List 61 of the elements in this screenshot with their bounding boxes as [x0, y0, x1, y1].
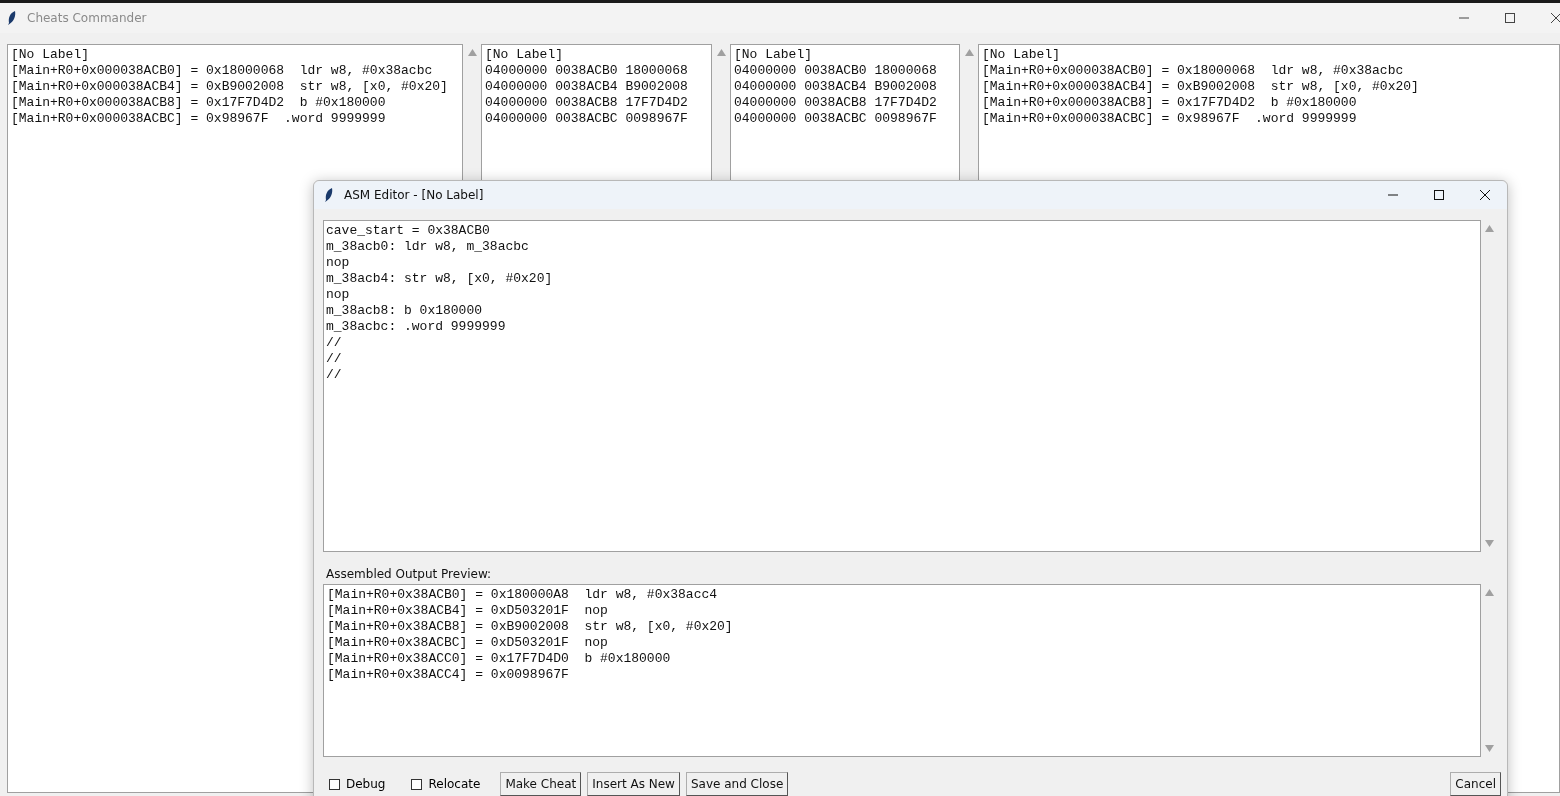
checkbox[interactable]	[411, 778, 423, 790]
feather-icon	[7, 10, 17, 26]
output-label: Assembled Output Preview:	[326, 567, 492, 581]
code-line: 04000000 0038ACB4 B9002008	[734, 79, 938, 95]
scroll-down-icon[interactable]	[1485, 540, 1494, 547]
close-icon[interactable]	[1479, 189, 1491, 201]
code-line: nop	[326, 255, 351, 271]
code-line: [Main+R0+0x000038ACB8] = 0x17F7D4D2 b #0x180000	[11, 95, 387, 111]
code-line: 04000000 0038ACBC 0098967F	[734, 111, 938, 127]
dialog-title: ASM Editor - [No Label]	[344, 188, 484, 202]
code-line: 04000000 0038ACBC 0098967F	[485, 111, 689, 127]
code-editor[interactable]: cave_start = 0x38ACB0 m_38acb0: ldr w8, m_38acbc nop m_38acb4: str w8, [x0, #0x20] nop m_38acb8: b 0x180000 m_38acbc: .word 9999999 // // //	[323, 220, 1481, 552]
code-line: 04000000 0038ACB0 18000068	[734, 63, 938, 79]
code-line: [No Label]	[734, 47, 813, 63]
action-button[interactable]: Insert As New	[587, 772, 680, 796]
code-line: m_38acb0: ldr w8, m_38acbc	[326, 239, 530, 255]
code-line: //	[326, 367, 343, 383]
code-line: [Main+R0+0x000038ACBC] = 0x98967F .word 9999999	[11, 111, 387, 127]
checkbox[interactable]	[329, 778, 340, 790]
code-line: [Main+R0+0x000038ACB4] = 0xB9002008 str w8, [x0, #0x20]	[982, 79, 1420, 95]
code-line: [Main+R0+0x000038ACB4] = 0xB9002008 str w8, [x0, #0x20]	[11, 79, 449, 95]
maximize-icon[interactable]	[1504, 12, 1516, 24]
code-line: 04000000 0038ACB8 17F7D4D2	[485, 95, 689, 111]
checkbox-label: Relocate	[428, 777, 481, 791]
window-title: Cheats Commander	[27, 11, 147, 25]
cancel-button[interactable]: Cancel	[1450, 772, 1501, 796]
action-button[interactable]: Save and Close	[685, 772, 789, 796]
scroll-up-icon[interactable]	[964, 49, 974, 56]
code-line: cave_start = 0x38ACB0	[326, 223, 491, 239]
code-line: [Main+R0+0x38ACB8] = 0xB9002008 str w8, [x0, #0x20]	[327, 619, 734, 635]
scroll-down-icon[interactable]	[1485, 745, 1494, 752]
feather-icon	[324, 187, 334, 203]
checkbox-label: Debug	[346, 777, 386, 791]
code-line: m_38acb4: str w8, [x0, #0x20]	[326, 271, 554, 287]
maximize-icon[interactable]	[1433, 189, 1445, 201]
scroll-up-icon[interactable]	[467, 49, 477, 56]
code-line: nop	[326, 287, 351, 303]
code-line: [Main+R0+0x000038ACBC] = 0x98967F .word 9999999	[982, 111, 1358, 127]
code-line: m_38acbc: .word 9999999	[326, 319, 507, 335]
code-line: m_38acb8: b 0x180000	[326, 303, 484, 319]
code-line: [Main+R0+0x38ACC4] = 0x0098967F	[327, 667, 570, 683]
code-line: [No Label]	[11, 47, 90, 63]
code-line: 04000000 0038ACB8 17F7D4D2	[734, 95, 938, 111]
code-line: [Main+R0+0x38ACB0] = 0x180000A8 ldr w8, #0x38acc4	[327, 587, 719, 603]
close-icon[interactable]	[1550, 12, 1560, 24]
code-line: //	[326, 351, 343, 367]
code-line: [Main+R0+0x38ACBC] = 0xD503201F nop	[327, 635, 609, 651]
code-line: //	[326, 335, 343, 351]
action-button[interactable]: Make Cheat	[500, 772, 582, 796]
code-line: [No Label]	[485, 47, 564, 63]
code-line: [Main+R0+0x000038ACB8] = 0x17F7D4D2 b #0x180000	[982, 95, 1358, 111]
code-line: [Main+R0+0x000038ACB0] = 0x18000068 ldr w8, #0x38acbc	[982, 63, 1405, 79]
scroll-up-icon[interactable]	[716, 49, 726, 56]
code-line: [Main+R0+0x38ACC0] = 0x17F7D4D0 b #0x180000	[327, 651, 672, 667]
code-line: 04000000 0038ACB0 18000068	[485, 63, 689, 79]
code-line: [Main+R0+0x000038ACB0] = 0x18000068 ldr w8, #0x38acbc	[11, 63, 434, 79]
scroll-up-icon[interactable]	[1485, 225, 1494, 232]
code-line: [No Label]	[982, 47, 1061, 63]
scroll-up-icon[interactable]	[1485, 589, 1494, 596]
code-line: [Main+R0+0x38ACB4] = 0xD503201F nop	[327, 603, 609, 619]
code-line: 04000000 0038ACB4 B9002008	[485, 79, 689, 95]
